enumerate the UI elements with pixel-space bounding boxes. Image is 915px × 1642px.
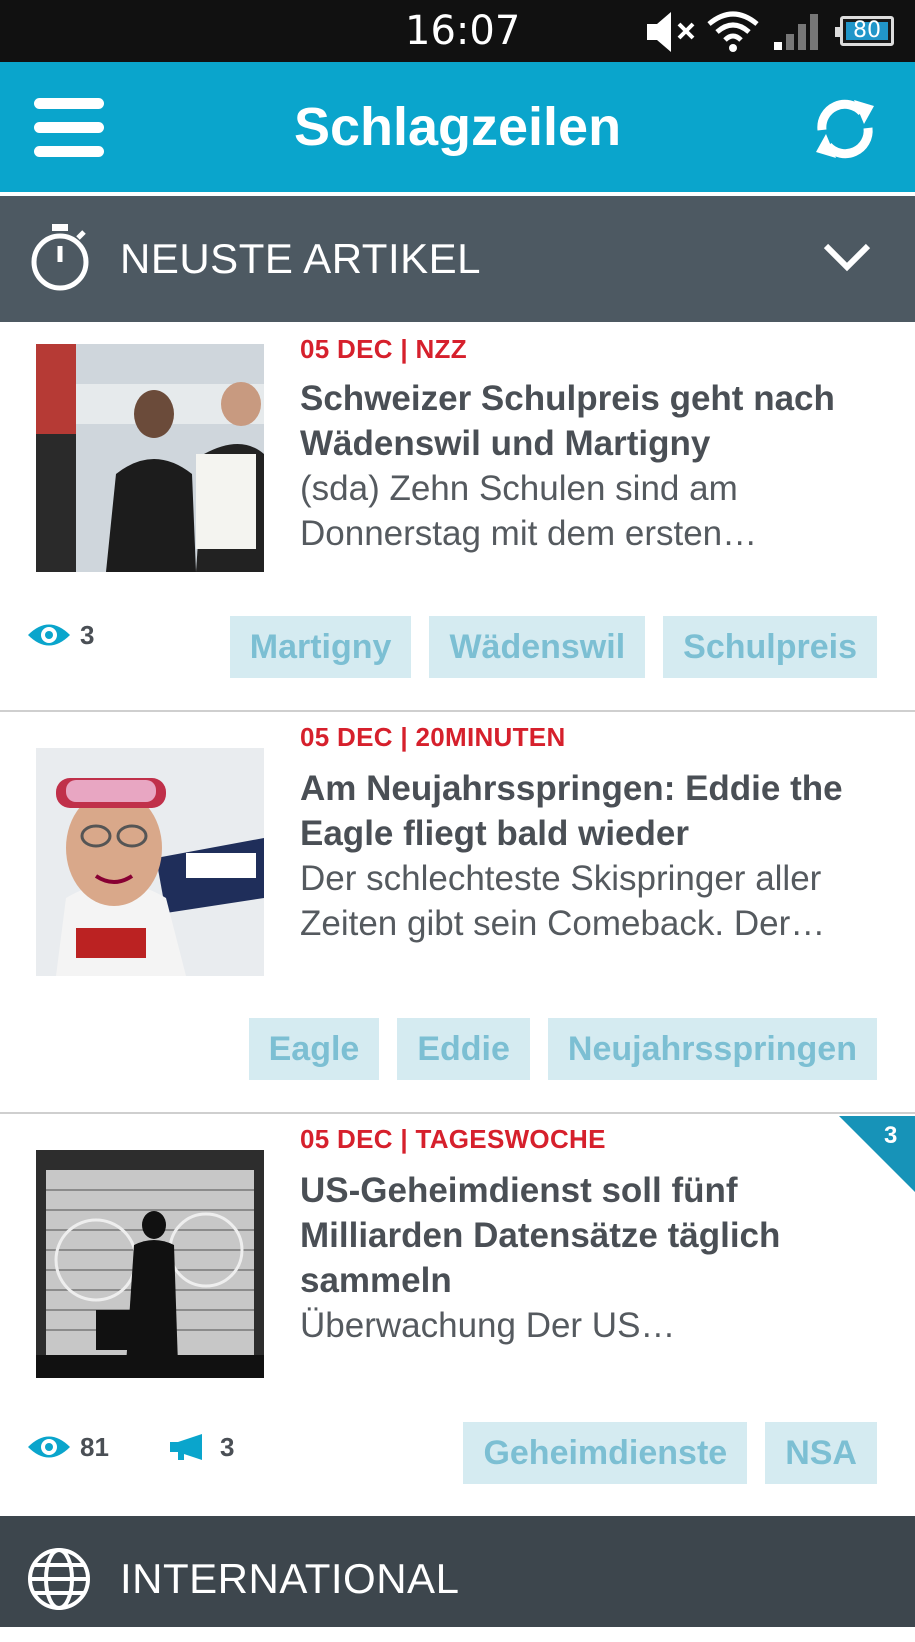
article-teaser: Der schlechteste Skispringer aller Zeite… (300, 859, 826, 943)
status-time: 16:07 (405, 8, 521, 54)
battery-level: 80 (846, 20, 888, 42)
view-count: 3 (80, 620, 95, 650)
article-card[interactable]: 05 DEC | 20MINUTEN Am Neujahrsspringen: … (0, 712, 915, 1112)
comment-badge (839, 1116, 915, 1192)
comment-badge-count: 3 (884, 1122, 898, 1149)
eye-icon (28, 624, 70, 646)
muted-volume-icon (647, 12, 695, 52)
signal-icon (774, 14, 818, 50)
article-headline[interactable]: Schweizer Schulpreis geht nach Wädenswil… (300, 376, 890, 466)
view-count: 81 (80, 1432, 109, 1462)
refresh-button[interactable] (812, 96, 878, 162)
section-title: INTERNATIONAL (120, 1555, 460, 1602)
stopwatch-icon (31, 224, 89, 291)
wifi-icon (707, 11, 759, 52)
share-count: 3 (220, 1432, 235, 1462)
article-meta: 05 DEC | TAGESWOCHE (300, 1124, 606, 1154)
article-card[interactable]: 05 DEC | TAGESWOCHE US-Geheimdienst soll… (0, 1114, 915, 1514)
status-bar: 16:07 80 (0, 0, 915, 62)
tag-chip[interactable]: NSA (765, 1422, 877, 1484)
article-meta: 05 DEC | NZZ (300, 334, 467, 364)
tag-chip[interactable]: Schulpreis (663, 616, 877, 678)
tag-chip[interactable]: Neujahrsspringen (547, 1018, 877, 1080)
menu-button[interactable] (34, 98, 104, 158)
tag-chip[interactable]: Eagle (248, 1018, 380, 1080)
megaphone-icon (170, 1434, 202, 1460)
tag-list: Martigny Wädenswil Schulpreis (229, 616, 877, 678)
article-meta: 05 DEC | 20MINUTEN (300, 722, 566, 752)
page-title: Schlagzeilen (293, 97, 622, 157)
tag-chip[interactable]: Wädenswil (429, 616, 646, 678)
chevron-down-icon[interactable] (822, 242, 872, 272)
article-headline[interactable]: Am Neujahrsspringen: Eddie the Eagle fli… (300, 766, 890, 856)
tag-chip[interactable]: Geheimdienste (463, 1422, 748, 1484)
app-bar: Schlagzeilen (0, 62, 915, 192)
article-thumbnail[interactable] (36, 344, 264, 572)
article-thumbnail[interactable] (36, 1150, 264, 1378)
globe-icon (28, 1548, 90, 1610)
article-teaser: Überwachung Der US… (300, 1306, 676, 1345)
eye-icon (28, 1436, 70, 1458)
article-headline[interactable]: US-Geheimdienst soll fünf Milliarden Dat… (300, 1168, 890, 1303)
article-thumbnail[interactable] (36, 748, 264, 976)
section-title: NEUSTE ARTIKEL (120, 235, 482, 282)
article-teaser: (sda) Zehn Schulen sind am Donnerstag mi… (300, 469, 758, 553)
tag-list: Geheimdienste NSA (463, 1422, 877, 1484)
section-header-latest[interactable]: NEUSTE ARTIKEL (0, 196, 915, 322)
section-header-international[interactable]: INTERNATIONAL (0, 1516, 915, 1627)
article-card[interactable]: 05 DEC | NZZ Schweizer Schulpreis geht n… (0, 322, 915, 710)
hamburger-icon (34, 98, 104, 109)
battery-icon: 80 (835, 16, 894, 46)
tag-chip[interactable]: Eddie (397, 1018, 530, 1080)
tag-chip[interactable]: Martigny (229, 616, 412, 678)
tag-list: Eagle Eddie Neujahrsspringen (248, 1018, 877, 1080)
